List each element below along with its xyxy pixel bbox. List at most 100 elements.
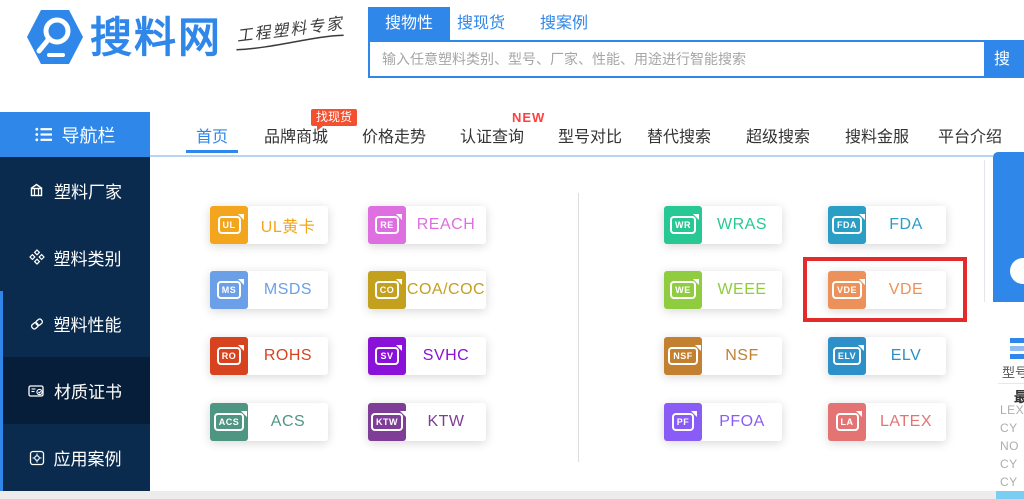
sidebar-title: 导航栏: [61, 125, 116, 146]
cert-card-svhc[interactable]: SV SVHC: [368, 337, 486, 375]
svhc-doc-icon: SV: [368, 337, 406, 375]
cert-label: ACS: [270, 413, 306, 430]
cert-card-nsf[interactable]: NSF NSF: [664, 337, 782, 375]
search-button[interactable]: 搜: [986, 40, 1024, 78]
nav-item-price-trend[interactable]: 价格走势: [360, 126, 428, 150]
sidebar-item-label: 塑料厂家: [54, 182, 122, 202]
factory-icon: [30, 184, 43, 197]
elv-doc-icon: ELV: [828, 337, 866, 375]
find-stock-badge: 找现货: [311, 109, 358, 126]
brand-logo-hexagon-magnifier-icon[interactable]: [24, 6, 86, 68]
sidebar-item-material-certificate[interactable]: 材质证书: [0, 357, 150, 425]
search-tab-properties[interactable]: 搜物性: [368, 7, 451, 40]
coa-doc-icon: CO: [368, 271, 406, 309]
horizontal-scrollbar-thumb[interactable]: [996, 491, 1024, 499]
nav-item-souliao-finance[interactable]: 搜料金服: [843, 126, 911, 150]
find-stock-badge-tail: [317, 126, 323, 131]
sidebar-item-label: 塑料类别: [53, 249, 122, 269]
cert-card-elv[interactable]: ELV ELV: [828, 337, 946, 375]
horizontal-scrollbar-track[interactable]: [0, 491, 1024, 499]
ktw-doc-icon: KTW: [368, 403, 406, 441]
cert-label: NSF: [725, 347, 759, 364]
model-list-item[interactable]: NO: [1000, 439, 1019, 453]
menu-bars-icon: [1010, 338, 1024, 343]
menu-bars-icon: [1010, 346, 1024, 351]
right-panel-divider: [984, 160, 985, 302]
nsf-doc-icon: NSF: [664, 337, 702, 375]
sidebar-item-plastic-category[interactable]: 塑料类别: [0, 224, 150, 291]
cert-card-reach[interactable]: RE REACH: [368, 206, 486, 244]
cert-label: REACH: [416, 216, 476, 233]
sidebar-item-label: 应用案例: [53, 450, 122, 470]
nav-item-cert-query[interactable]: 认证查询: [458, 126, 526, 150]
nav-item-platform-intro[interactable]: 平台介绍: [936, 126, 1004, 150]
cert-card-acs[interactable]: ACS ACS: [210, 403, 328, 441]
sidebar-item-plastic-property[interactable]: 塑料性能: [0, 291, 150, 358]
nav-item-model-compare[interactable]: 型号对比: [556, 126, 624, 150]
cert-label: ROHS: [263, 347, 313, 364]
model-list-item[interactable]: CY: [1000, 457, 1018, 471]
msds-doc-icon: MS: [210, 271, 248, 309]
model-list-item[interactable]: LEX: [1000, 403, 1024, 417]
performance-icon: [30, 318, 43, 330]
cert-card-ktw[interactable]: KTW KTW: [368, 403, 486, 441]
wras-doc-icon: WR: [664, 206, 702, 244]
right-panel-section-divider: [998, 383, 1024, 384]
nav-active-underline: [186, 150, 238, 153]
rohs-doc-icon: RO: [210, 337, 248, 375]
sidebar-item-plastic-manufacturer[interactable]: 塑料厂家: [0, 157, 150, 224]
case-icon: [29, 450, 44, 465]
category-icon: [28, 249, 45, 266]
right-panel-model-label: 型号: [1002, 365, 1024, 380]
model-list-item[interactable]: CY: [1000, 475, 1018, 489]
fda-doc-icon: FDA: [828, 206, 866, 244]
sidebar-menu: 塑料厂家 塑料类别 塑料性能 材质证书 应用案例: [0, 157, 150, 491]
cert-label: KTW: [427, 413, 465, 430]
reach-doc-icon: RE: [368, 206, 406, 244]
sidebar-item-application-case[interactable]: 应用案例: [0, 424, 150, 491]
search-tab-stock[interactable]: 搜现货: [457, 7, 505, 40]
cert-label: UL黄卡: [260, 219, 316, 236]
cert-label: COA/COC: [406, 281, 486, 298]
content-vertical-divider: [578, 193, 579, 462]
brand-name[interactable]: 搜料网: [90, 4, 222, 65]
model-list-item[interactable]: CY: [1000, 421, 1018, 435]
cert-label: MSDS: [263, 281, 313, 298]
cert-card-weee[interactable]: WE WEEE: [664, 271, 782, 309]
menu-bars-icon: [1010, 354, 1024, 359]
cert-label: WRAS: [717, 216, 767, 233]
ul-doc-icon: UL: [210, 206, 248, 244]
cert-label: LATEX: [880, 413, 932, 430]
cert-label: SVHC: [422, 347, 470, 364]
acs-doc-icon: ACS: [210, 403, 248, 441]
vde-highlight-annotation: [803, 257, 967, 322]
nav-item-alternative-search[interactable]: 替代搜索: [645, 126, 713, 150]
cert-label: WEEE: [717, 281, 767, 298]
cert-card-latex[interactable]: LA LATEX: [828, 403, 946, 441]
cert-label: ELV: [890, 347, 922, 364]
smart-search-input[interactable]: [368, 40, 986, 78]
cert-label: PFOA: [719, 413, 765, 430]
cert-card-wras[interactable]: WR WRAS: [664, 206, 782, 244]
cert-card-pfoa[interactable]: PF PFOA: [664, 403, 782, 441]
cert-card-coa-coc[interactable]: CO COA/COC: [368, 271, 486, 309]
sidebar-scroll-indicator: [0, 291, 3, 491]
cert-card-msds[interactable]: MS MSDS: [210, 271, 328, 309]
cert-card-rohs[interactable]: RO ROHS: [210, 337, 328, 375]
nav-bottom-divider: [150, 155, 993, 157]
cert-label: FDA: [889, 216, 923, 233]
nav-item-home[interactable]: 首页: [186, 126, 238, 150]
cert-card-ul-yellow-card[interactable]: UL UL黄卡: [210, 206, 328, 244]
cert-card-fda[interactable]: FDA FDA: [828, 206, 946, 244]
certificate-icon: [28, 385, 44, 397]
nav-item-super-search[interactable]: 超级搜索: [744, 126, 812, 150]
search-tab-cases[interactable]: 搜案例: [540, 7, 588, 40]
sidebar-header[interactable]: 导航栏: [0, 112, 150, 157]
sidebar-item-label: 塑料性能: [53, 316, 122, 336]
pfoa-doc-icon: PF: [664, 403, 702, 441]
page: 搜料网 工程塑料专家 搜物性 搜现货 搜案例 搜 导航栏 首页 品牌商城 价格走…: [0, 0, 1024, 499]
new-badge: NEW: [512, 110, 546, 125]
sidebar-item-label: 材质证书: [54, 383, 122, 403]
list-icon: [34, 127, 52, 142]
weee-doc-icon: WE: [664, 271, 702, 309]
